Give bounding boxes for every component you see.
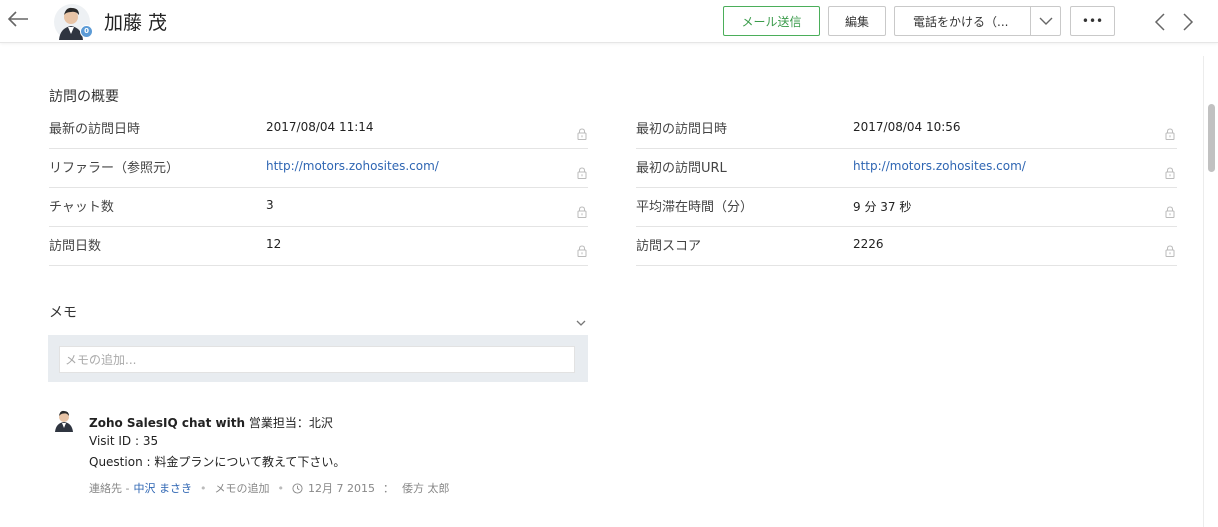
field-label: リファラー（参照元） [49,161,180,176]
call-button-divider [1030,7,1031,35]
field-value: 2017/08/04 11:14 [266,120,374,134]
note-meta: 連絡先 - 中沢 まさき • メモの追加 • 12月 7 2015 ： 倭方 太… [89,480,449,496]
field-row: 訪問日数 12 [49,230,588,266]
call-button[interactable]: 電話をかける（... [894,6,1061,36]
field-value: 3 [266,198,274,212]
record-header: 0 加藤 茂 メール送信 編集 電話をかける（... ••• [0,0,1218,43]
lock-icon [577,245,587,257]
lock-icon [1165,206,1175,218]
note-meta-separator: ： [382,482,394,495]
field-value-link[interactable]: http://motors.zohosites.com/ [266,159,439,173]
memo-title: メモ [49,305,77,321]
field-value: 2226 [853,237,884,251]
note-author: 倭方 太郎 [401,482,450,495]
back-arrow-icon[interactable] [6,8,30,30]
chevron-down-icon[interactable] [1036,14,1056,28]
field-label: 平均滞在時間（分） [636,200,754,215]
chevron-right-icon[interactable] [1180,12,1196,32]
field-label: 訪問スコア [636,239,702,254]
field-row: 最初の訪問URL http://motors.zohosites.com/ [636,152,1177,188]
note-visit-id: Visit ID : 35 [89,434,159,448]
lock-icon [577,128,587,140]
note-contact-link[interactable]: 中沢 まさき [133,480,192,496]
separator-dot: • [199,481,207,495]
edit-button[interactable]: 編集 [828,6,886,36]
field-row: 訪問スコア 2226 [636,230,1177,266]
field-label: 訪問日数 [49,239,102,254]
field-value: 2017/08/04 10:56 [853,120,961,134]
field-label: 最初の訪問日時 [636,122,728,137]
note-author-avatar [55,410,73,432]
chevron-left-icon[interactable] [1152,12,1168,32]
scrollbar-thumb[interactable] [1208,104,1215,172]
lock-icon [577,206,587,218]
note-contact-prefix: 連絡先 - [89,482,130,495]
note-question: Question : 料金プランについて教えて下さい。 [89,455,346,469]
field-value-link[interactable]: http://motors.zohosites.com/ [853,159,1026,173]
memo-input-area [48,335,588,382]
separator-dot: • [277,481,284,495]
call-button-label: 電話をかける（... [913,14,1009,29]
field-row: チャット数 3 [49,191,588,227]
clock-icon [292,482,303,494]
visit-summary-title: 訪問の概要 [49,89,119,105]
field-label: 最初の訪問URL [636,161,727,176]
lock-icon [1165,128,1175,140]
field-label: 最新の訪問日時 [49,122,141,137]
contact-name: 加藤 茂 [104,12,168,34]
lock-icon [1165,167,1175,179]
lock-icon [1165,245,1175,257]
note-date: 12月 7 2015 [307,482,375,495]
field-row: 最初の訪問日時 2017/08/04 10:56 [636,113,1177,149]
field-label: チャット数 [49,200,114,215]
field-row: リファラー（参照元） http://motors.zohosites.com/ [49,152,588,188]
more-actions-button[interactable]: ••• [1070,6,1115,36]
send-mail-button[interactable]: メール送信 [723,6,820,36]
memo-input[interactable] [59,346,575,373]
field-value: 9 分 37 秒 [853,200,912,214]
note-title-bold: Zoho SalesIQ chat with [89,416,246,430]
note-title: Zoho SalesIQ chat with 営業担当：北沢 [89,414,333,431]
chevron-down-icon[interactable] [575,318,587,328]
lock-icon [577,167,587,179]
field-row: 平均滞在時間（分） 9 分 37 秒 [636,191,1177,227]
field-value: 12 [266,237,282,251]
field-row: 最新の訪問日時 2017/08/04 11:14 [49,113,588,149]
avatar-badge: 0 [80,25,93,38]
note-title-rest: 営業担当：北沢 [245,416,333,430]
note-add-memo-link[interactable]: メモの追加 [214,480,269,496]
